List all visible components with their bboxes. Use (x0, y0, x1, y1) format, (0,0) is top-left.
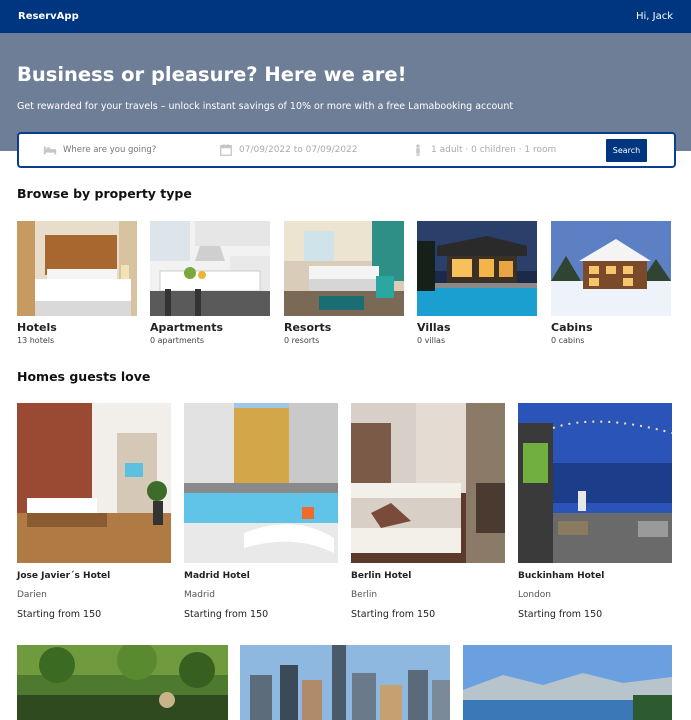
property-type-card[interactable]: Cabins 0 cabins (551, 221, 671, 345)
hotel-pool-photo (184, 403, 338, 563)
search-bar: 07/09/2022 to 07/09/2022 1 adult · 0 chi… (17, 132, 676, 168)
property-type-card[interactable]: Hotels 13 hotels (17, 221, 137, 345)
home-city: Darien (17, 590, 47, 600)
guests-field[interactable]: 1 adult · 0 children · 1 room (411, 143, 556, 157)
home-city: Berlin (351, 590, 378, 600)
home-price: Starting from 150 (184, 609, 269, 620)
destination-field[interactable] (43, 143, 183, 157)
home-city: Madrid (184, 590, 215, 600)
property-type-count: 0 villas (417, 336, 446, 345)
property-type-title: Apartments (150, 321, 224, 334)
home-price: Starting from 150 (351, 609, 436, 620)
home-city: London (518, 590, 551, 600)
property-type-card[interactable]: Apartments 0 apartments (150, 221, 270, 345)
brand-logo[interactable]: ReservApp (18, 11, 79, 22)
guests-text: 1 adult · 0 children · 1 room (431, 145, 557, 155)
property-type-card[interactable]: Villas 0 villas (417, 221, 537, 345)
city-skyline-photo (240, 645, 450, 720)
lake-mountain-photo (463, 645, 672, 720)
property-type-count: 0 apartments (150, 336, 205, 345)
date-field[interactable]: 07/09/2022 to 07/09/2022 (219, 143, 358, 157)
property-type-title: Villas (417, 321, 451, 334)
home-card[interactable]: Jose Javier´s Hotel Darien Starting from… (17, 403, 171, 620)
hotels-photo (17, 221, 137, 316)
home-name[interactable]: Berlin Hotel (351, 571, 505, 581)
search-button[interactable]: Search (606, 139, 647, 162)
forest-lodge-photo (17, 645, 228, 720)
user-greeting[interactable]: Hi, Jack (636, 11, 673, 22)
home-price: Starting from 150 (17, 609, 102, 620)
bed-icon (43, 146, 57, 155)
resorts-photo (284, 221, 404, 316)
homes-section-title: Homes guests love (17, 369, 151, 384)
hero-subtitle: Get rewarded for your travels – unlock i… (17, 101, 514, 112)
property-type-card[interactable]: Resorts 0 resorts (284, 221, 404, 345)
home-card[interactable]: Berlin Hotel Berlin Starting from 150 (351, 403, 505, 620)
property-type-title: Hotels (17, 321, 57, 334)
property-type-count: 0 resorts (284, 336, 320, 345)
top-navbar: ReservApp Hi, Jack (0, 0, 691, 33)
browse-section-title: Browse by property type (17, 186, 192, 201)
home-price: Starting from 150 (518, 609, 603, 620)
cabins-photo (551, 221, 671, 316)
home-name[interactable]: Jose Javier´s Hotel (17, 571, 171, 581)
property-type-title: Resorts (284, 321, 332, 334)
destination-input[interactable] (63, 145, 183, 155)
home-name[interactable]: Madrid Hotel (184, 571, 338, 581)
apartments-photo (150, 221, 270, 316)
property-type-title: Cabins (551, 321, 593, 334)
date-range-text: 07/09/2022 to 07/09/2022 (239, 145, 358, 155)
home-card[interactable]: Buckinham Hotel London Starting from 150 (518, 403, 672, 620)
home-name[interactable]: Buckinham Hotel (518, 571, 672, 581)
property-type-count: 0 cabins (551, 336, 585, 345)
hotel-bedroom-photo (351, 403, 505, 563)
villas-photo (417, 221, 537, 316)
home-card[interactable]: Madrid Hotel Madrid Starting from 150 (184, 403, 338, 620)
hero-title: Business or pleasure? Here we are! (17, 63, 407, 86)
hotel-room-photo (17, 403, 171, 563)
rooftop-terrace-photo (518, 403, 672, 563)
property-type-count: 13 hotels (17, 336, 55, 345)
calendar-icon (220, 143, 232, 156)
person-icon (416, 144, 420, 157)
